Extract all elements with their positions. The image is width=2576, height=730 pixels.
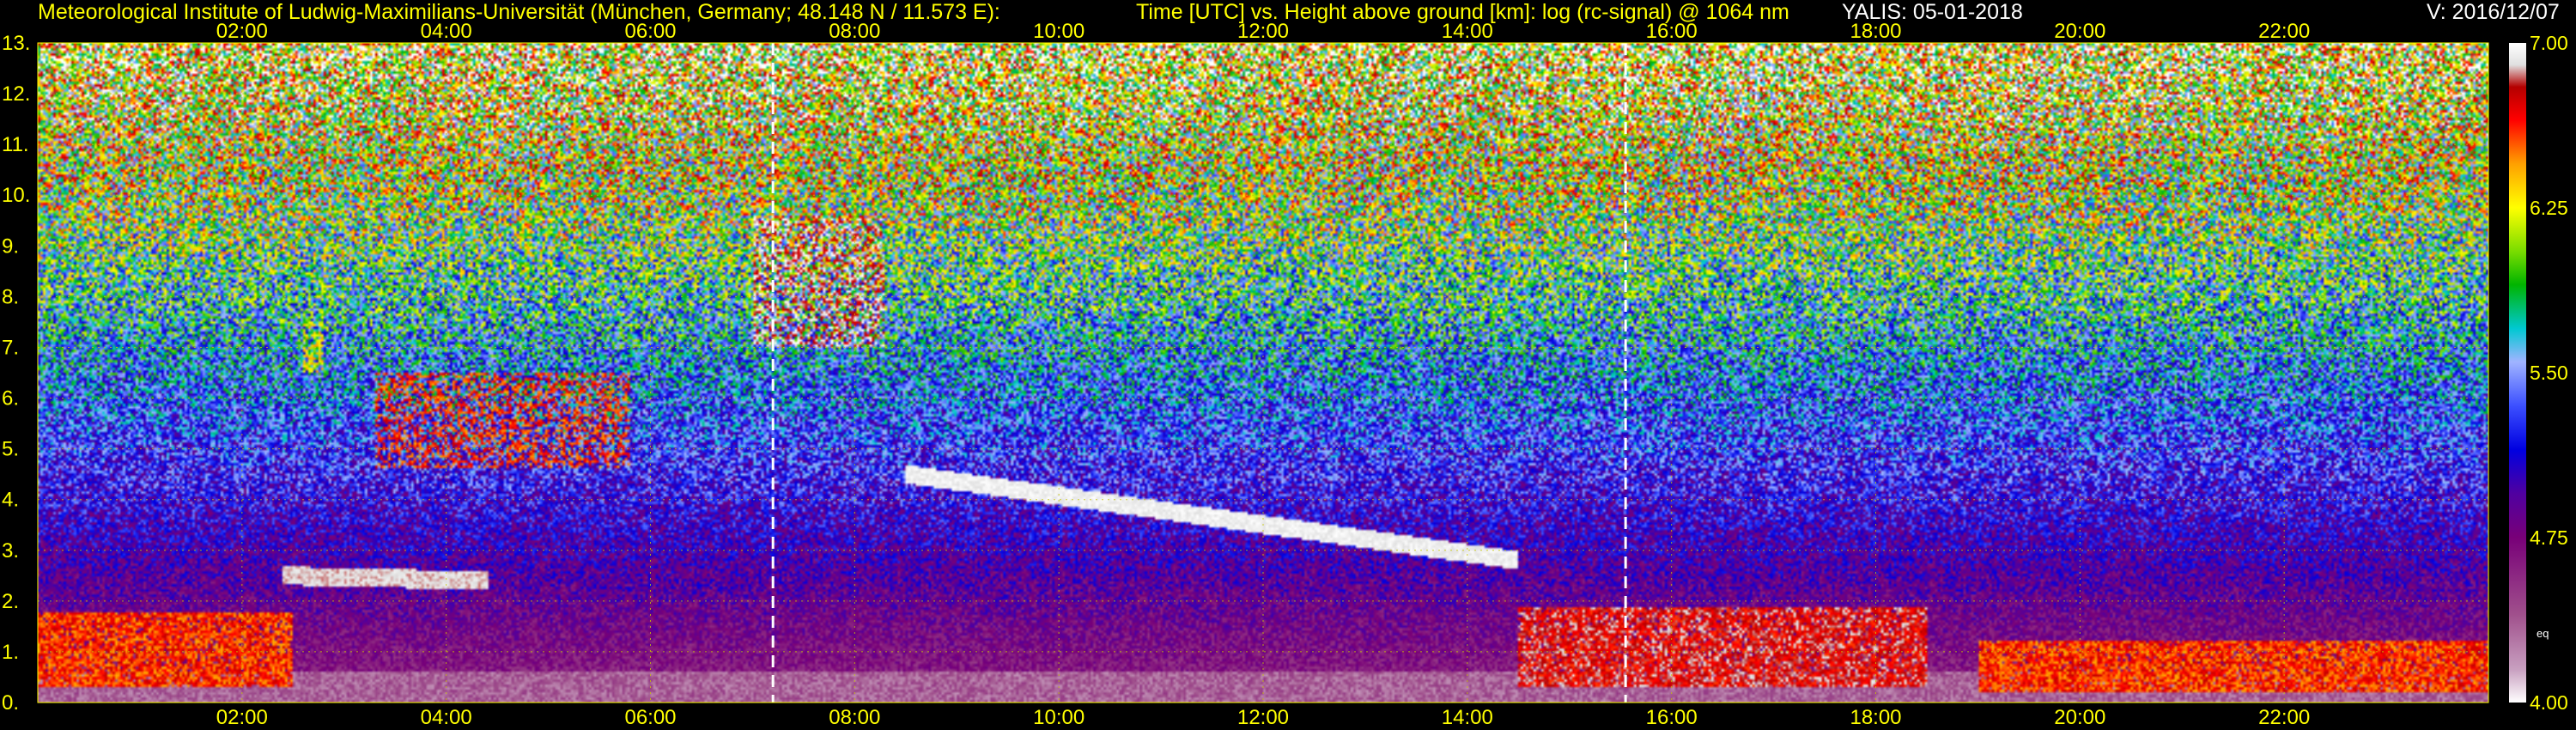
x-tick-label-bottom: 20:00 bbox=[2054, 706, 2105, 729]
x-tick-label-top: 06:00 bbox=[624, 20, 676, 43]
y-tick-label: 2. bbox=[2, 590, 19, 613]
y-tick-label: 5. bbox=[2, 438, 19, 461]
x-tick-label-bottom: 08:00 bbox=[829, 706, 880, 729]
y-tick-label: 8. bbox=[2, 285, 19, 308]
header-version: V: 2016/12/07 bbox=[2427, 0, 2560, 24]
y-tick-label: 6. bbox=[2, 387, 19, 411]
x-tick-label-top: 18:00 bbox=[1850, 20, 1901, 43]
y-tick-label: 9. bbox=[2, 234, 19, 258]
x-tick-label-bottom: 10:00 bbox=[1033, 706, 1084, 729]
lidar-plot: Meteorological Institute of Ludwig-Maxim… bbox=[0, 0, 2576, 730]
plot-area bbox=[37, 42, 2489, 703]
y-tick-label: 0. bbox=[2, 691, 19, 715]
colorbar-gradient bbox=[2509, 43, 2526, 703]
y-tick-label: 11. bbox=[2, 133, 29, 156]
colorbar-unit-label: eq bbox=[2537, 627, 2549, 640]
x-tick-label-top: 04:00 bbox=[421, 20, 472, 43]
x-tick-label-bottom: 02:00 bbox=[216, 706, 268, 729]
colorbar-tick-label: 4.00 bbox=[2530, 691, 2568, 714]
y-tick-label: 13. bbox=[2, 32, 30, 55]
x-tick-label-top: 12:00 bbox=[1237, 20, 1289, 43]
x-tick-label-bottom: 16:00 bbox=[1646, 706, 1698, 729]
y-tick-label: 1. bbox=[2, 641, 19, 664]
x-tick-label-top: 22:00 bbox=[2258, 20, 2310, 43]
x-tick-label-bottom: 12:00 bbox=[1237, 706, 1289, 729]
x-tick-label-bottom: 04:00 bbox=[421, 706, 472, 729]
x-tick-label-top: 08:00 bbox=[829, 20, 880, 43]
colorbar-tick-label: 7.00 bbox=[2530, 32, 2568, 54]
x-tick-label-top: 20:00 bbox=[2054, 20, 2105, 43]
x-tick-label-bottom: 18:00 bbox=[1850, 706, 1901, 729]
y-tick-label: 12. bbox=[2, 82, 30, 106]
y-tick-label: 3. bbox=[2, 539, 19, 563]
colorbar-tick-label: 4.75 bbox=[2530, 526, 2568, 549]
y-tick-label: 10. bbox=[2, 184, 30, 207]
colorbar-tick-label: 5.50 bbox=[2530, 362, 2568, 384]
y-tick-label: 4. bbox=[2, 489, 19, 512]
x-tick-label-top: 14:00 bbox=[1442, 20, 1493, 43]
y-tick-label: 7. bbox=[2, 336, 19, 359]
x-tick-label-top: 10:00 bbox=[1033, 20, 1084, 43]
x-tick-label-bottom: 14:00 bbox=[1442, 706, 1493, 729]
x-tick-label-bottom: 22:00 bbox=[2258, 706, 2310, 729]
colorbar-tick-label: 6.25 bbox=[2530, 197, 2568, 219]
x-tick-label-bottom: 06:00 bbox=[624, 706, 676, 729]
x-tick-label-top: 02:00 bbox=[216, 20, 268, 43]
x-tick-label-top: 16:00 bbox=[1646, 20, 1698, 43]
